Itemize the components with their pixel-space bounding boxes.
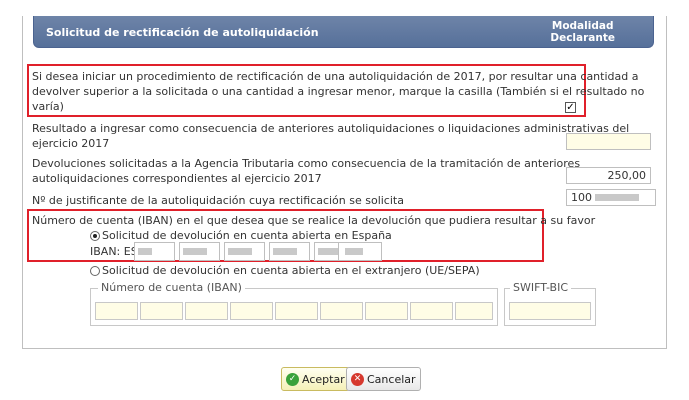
option-extranjero-label: Solicitud de devolución en cuenta abiert…: [102, 264, 480, 277]
redacted-value: [273, 248, 297, 255]
iban-field-6[interactable]: [338, 242, 382, 261]
iban-ext-field-5[interactable]: [275, 302, 318, 320]
accept-button-label: Aceptar: [302, 372, 345, 386]
iban-ext-field-7[interactable]: [365, 302, 408, 320]
redacted-value: [228, 248, 252, 255]
iban-ext-field-9[interactable]: [455, 302, 493, 320]
iban-field-4[interactable]: [269, 242, 310, 261]
rectificacion-checkbox[interactable]: ✓: [565, 102, 576, 113]
iban-ext-field-4[interactable]: [230, 302, 273, 320]
check-icon: ✓: [286, 372, 299, 386]
swift-legend: SWIFT-BIC: [510, 281, 571, 294]
cancel-button-label: Cancelar: [367, 372, 416, 386]
iban-ext-field-2[interactable]: [140, 302, 183, 320]
radio-espana[interactable]: [90, 231, 100, 241]
cancel-icon: ✕: [351, 372, 364, 386]
modalidad-label: Modalidad Declarante: [550, 20, 615, 44]
rectificacion-text-line1: Si desea iniciar un procedimiento de rec…: [32, 70, 639, 83]
cuenta-label: Número de cuenta (IBAN) en el que desea …: [32, 214, 596, 227]
iban-ext-field-3[interactable]: [185, 302, 228, 320]
resultado-label-line1: Resultado a ingresar como consecuencia d…: [32, 122, 630, 135]
redacted-value: [183, 248, 207, 255]
devoluciones-label-line1: Devoluciones solicitadas a la Agencia Tr…: [32, 157, 581, 170]
iban-ext-field-6[interactable]: [320, 302, 363, 320]
devoluciones-input[interactable]: 250,00: [566, 167, 651, 184]
justificante-input[interactable]: 100: [566, 189, 656, 206]
rectificacion-text-line3: varía): [32, 100, 64, 113]
iban-field-2[interactable]: [179, 242, 220, 261]
resultado-input[interactable]: [566, 133, 651, 150]
redacted-value: [138, 248, 152, 255]
iban-field-3[interactable]: [224, 242, 265, 261]
cancel-button[interactable]: ✕ Cancelar: [346, 367, 421, 391]
iban-label: IBAN: ES: [90, 245, 138, 258]
redacted-digits: [595, 194, 639, 201]
swift-field[interactable]: [509, 302, 591, 320]
justificante-prefix: 100: [571, 191, 592, 204]
form-header: Solicitud de rectificación de autoliquid…: [33, 16, 654, 48]
rectificacion-text-line2: devolver superior a la solicitada o una …: [32, 85, 645, 98]
modalidad-line1: Modalidad: [551, 20, 614, 32]
devoluciones-label-line2: autoliquidaciones correspondientes al ej…: [32, 172, 322, 185]
accept-button[interactable]: ✓ Aceptar: [281, 367, 350, 391]
iban-ext-field-8[interactable]: [410, 302, 453, 320]
modalidad-line2: Declarante: [550, 32, 615, 44]
form-title: Solicitud de rectificación de autoliquid…: [46, 26, 319, 39]
option-espana-label: Solicitud de devolución en cuenta abiert…: [102, 229, 392, 242]
redacted-value: [345, 248, 363, 255]
resultado-label-line2: ejercicio 2017: [32, 137, 110, 150]
justificante-label: Nº de justificante de la autoliquidación…: [32, 194, 404, 207]
radio-extranjero[interactable]: [90, 266, 100, 276]
iban-ext-field-1[interactable]: [95, 302, 138, 320]
iban-extranjero-legend: Número de cuenta (IBAN): [98, 281, 245, 294]
iban-field-1[interactable]: [134, 242, 175, 261]
